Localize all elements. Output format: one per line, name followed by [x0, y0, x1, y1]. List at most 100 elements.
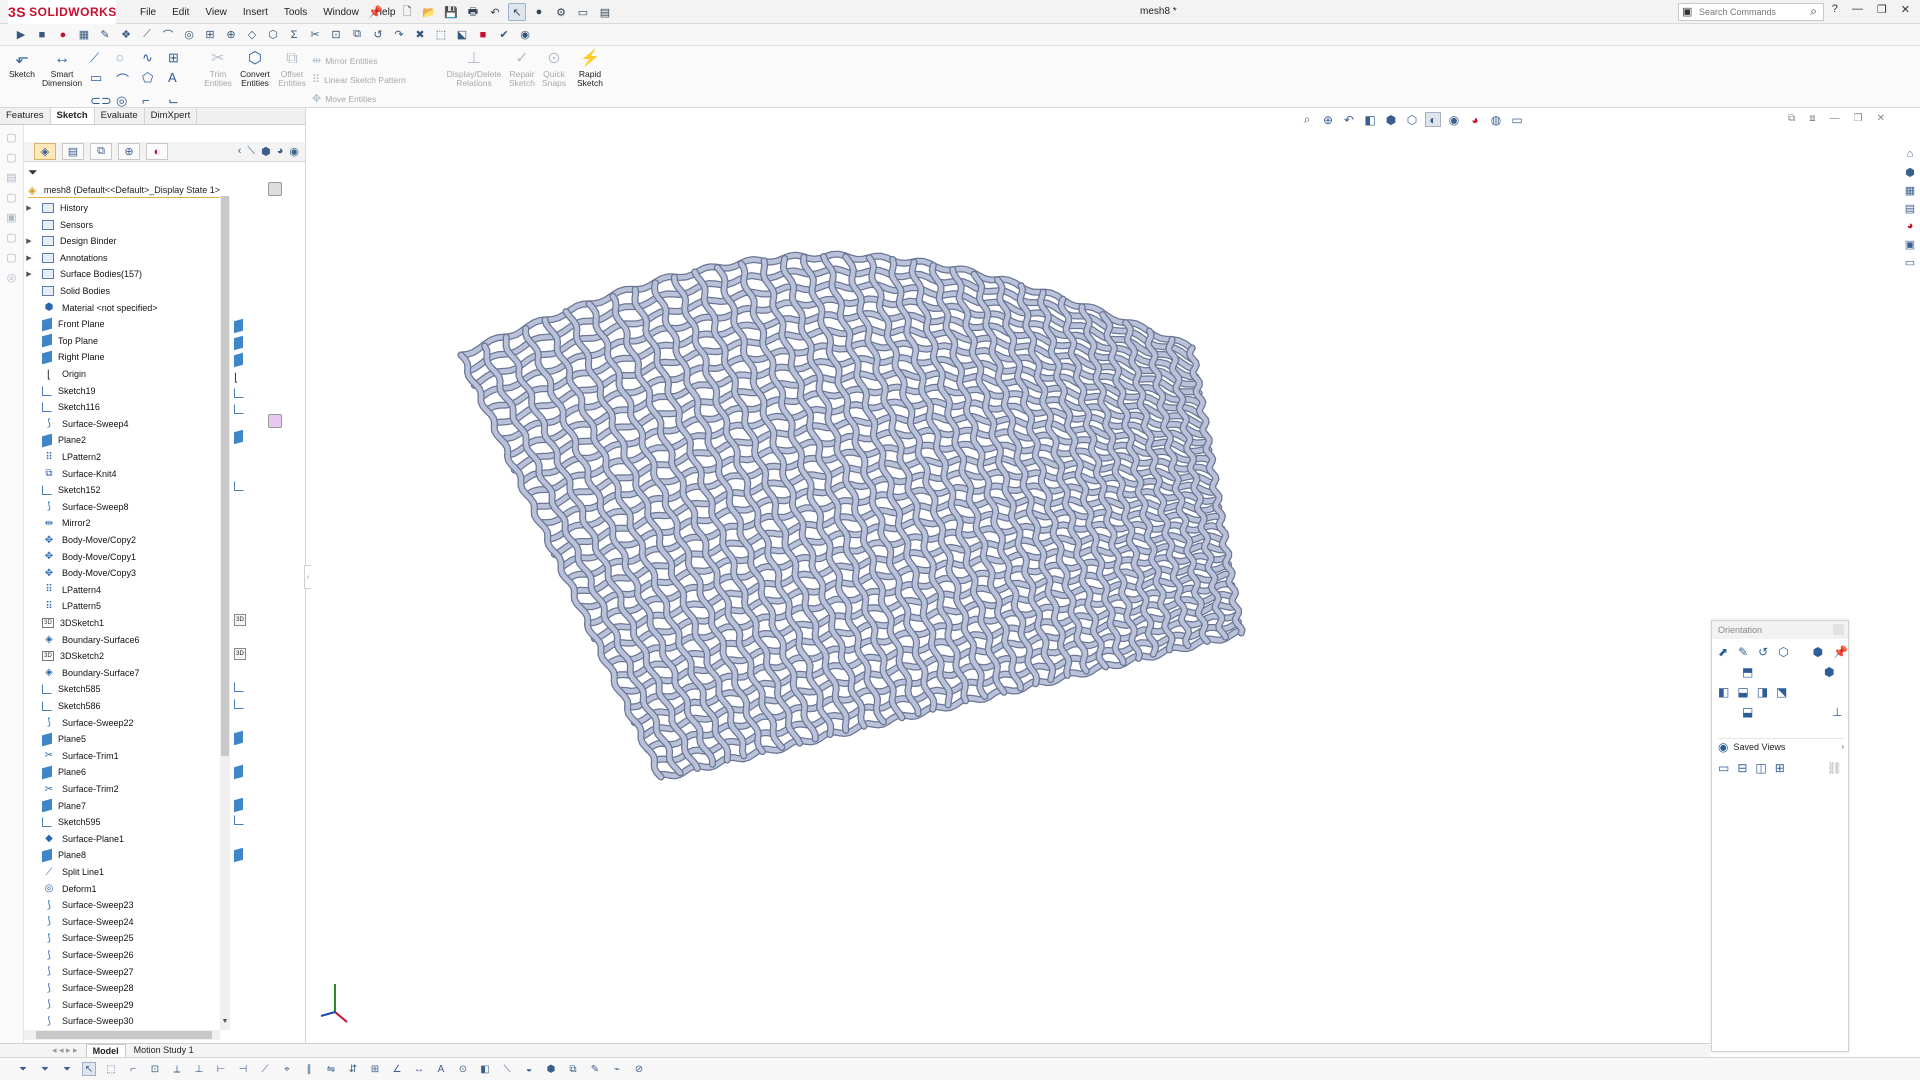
tree-item[interactable]: ⟆ Surface-Sweep8: [24, 499, 129, 515]
tree-item[interactable]: ⇹ Mirror2: [24, 515, 91, 531]
design-library-icon[interactable]: ▦: [1903, 184, 1917, 198]
mirror-entities-button[interactable]: ⇹ Mirror Entities: [312, 54, 378, 67]
tree-item[interactable]: ▶ Annotations: [24, 250, 108, 266]
blue-circle-icon[interactable]: ◉: [518, 28, 532, 42]
point-icon[interactable]: ◎: [116, 93, 142, 109]
right-view-icon[interactable]: ◨: [1757, 685, 1768, 699]
filter-components-icon[interactable]: ⧉: [566, 1062, 580, 1076]
view-cube-toggle-icon[interactable]: ⬢: [1813, 645, 1823, 659]
new-document-icon[interactable]: 🗋: [398, 3, 416, 21]
search-icon[interactable]: ⌕: [1810, 4, 1817, 19]
reset-standard-views-icon[interactable]: ↺: [1758, 645, 1768, 659]
sketch-tool-2-icon[interactable]: ⌒: [161, 28, 175, 42]
check-icon[interactable]: ✔: [497, 28, 511, 42]
tree-item[interactable]: Sketch19: [24, 383, 96, 399]
tree-item[interactable]: Top Plane: [24, 333, 98, 349]
filter-clear-icon[interactable]: ⊘: [632, 1062, 646, 1076]
orientation-close-icon[interactable]: [1833, 624, 1844, 635]
menu-view[interactable]: View: [197, 7, 235, 18]
top-view-icon[interactable]: ⬒: [1742, 665, 1753, 679]
filter-sketch-icon[interactable]: ✎: [588, 1062, 602, 1076]
snap-angle-icon[interactable]: ∠: [390, 1062, 404, 1076]
home-icon[interactable]: ⌂: [1903, 148, 1917, 162]
smart-dimension-button[interactable]: ↔ Smart Dimension: [42, 50, 82, 88]
macro-new-icon[interactable]: ▦: [77, 28, 91, 42]
repair-sketch-button[interactable]: ✓ Repair Sketch: [508, 50, 536, 88]
resources-icon[interactable]: ⬢: [1903, 166, 1917, 180]
update-standard-views-icon[interactable]: ✎: [1738, 645, 1748, 659]
quick-snaps-button[interactable]: ⊙ Quick Snaps: [540, 50, 568, 88]
filter-surfaces-icon[interactable]: ◒: [522, 1062, 536, 1076]
menu-tools[interactable]: Tools: [276, 7, 315, 18]
tree-item[interactable]: Plane2: [24, 432, 86, 448]
trim-entities-button[interactable]: ✂ Trim Entities: [204, 50, 232, 88]
sketch-tool-3-icon[interactable]: ◎: [182, 28, 196, 42]
tree-item[interactable]: Sketch586: [24, 698, 101, 714]
tree-item[interactable]: ✥ Body-Move/Copy2: [24, 532, 136, 548]
sketch-tool-1-icon[interactable]: ⟋: [140, 28, 154, 42]
sketch-tool-15-icon[interactable]: ⬕: [455, 28, 469, 42]
display-manager-icon[interactable]: ◐: [146, 143, 168, 160]
tree-horizontal-scrollbar[interactable]: [24, 1030, 220, 1040]
save-icon[interactable]: 💾: [442, 3, 460, 21]
open-icon[interactable]: 📂: [420, 3, 438, 21]
feature-manager-icon[interactable]: ◈: [34, 143, 56, 160]
expand-arrow-icon[interactable]: ▶: [24, 254, 34, 262]
tab-features[interactable]: Features: [0, 108, 51, 124]
tree-item[interactable]: ✂ Surface-Trim2: [24, 781, 119, 797]
snap-intersection-icon[interactable]: ⊢: [214, 1062, 228, 1076]
strip-icon-6[interactable]: ▢: [5, 231, 19, 245]
tree-item[interactable]: ⧉ Surface-Knit4: [24, 466, 116, 482]
linear-sketch-pattern-button[interactable]: ⠿ Linear Sketch Pattern: [312, 73, 406, 86]
tree-item[interactable]: ⟋ Split Line1: [24, 864, 105, 880]
appearance-icon[interactable]: ◕: [277, 145, 284, 158]
tree-item[interactable]: ✂ Surface-Trim1: [24, 748, 119, 764]
tree-item[interactable]: Front Plane: [24, 316, 105, 332]
display-delete-relations-button[interactable]: ⊥ Display/Delete Relations: [444, 50, 504, 88]
macro-edit-icon[interactable]: ✎: [98, 28, 112, 42]
filter-dims-icon[interactable]: ↔: [412, 1062, 426, 1076]
sketch-tool-6-icon[interactable]: ◇: [245, 28, 259, 42]
tree-item[interactable]: ◆ Surface-Plane1: [24, 831, 124, 847]
tree-item[interactable]: ▶ History: [24, 200, 88, 216]
tree-item[interactable]: ⠿ LPattern2: [24, 449, 101, 465]
menu-edit[interactable]: Edit: [164, 7, 197, 18]
undo-icon[interactable]: ↶: [486, 3, 504, 21]
snap-grid-icon[interactable]: ⊞: [368, 1062, 382, 1076]
tree-item[interactable]: ⟆ Surface-Sweep28: [24, 980, 134, 996]
hscroll-thumb[interactable]: [36, 1031, 212, 1039]
rebuild-icon[interactable]: ●: [530, 3, 548, 21]
chamfer-icon[interactable]: ⌙: [168, 93, 194, 109]
tab-dimxpert[interactable]: DimXpert: [145, 108, 198, 124]
snap-nearest-icon[interactable]: ⊣: [236, 1062, 250, 1076]
tree-item[interactable]: Sketch116: [24, 399, 100, 415]
rapid-sketch-button[interactable]: ⚡ Rapid Sketch: [574, 50, 606, 88]
convert-entities-button[interactable]: ⬡ Convert Entities: [236, 50, 274, 88]
filter-text-icon[interactable]: A: [434, 1062, 448, 1076]
filter-solids-icon[interactable]: ⬢: [544, 1062, 558, 1076]
tree-item[interactable]: Plane5: [24, 731, 86, 747]
sketch-tool-13-icon[interactable]: ✖: [413, 28, 427, 42]
snap-center-icon[interactable]: ⟂: [170, 1062, 184, 1076]
filter-vertices-icon[interactable]: ⏷: [16, 1062, 30, 1076]
sketch-button[interactable]: ⬐ Sketch: [6, 50, 38, 79]
tree-item[interactable]: ⠿ LPattern5: [24, 598, 101, 614]
menu-file[interactable]: File: [132, 7, 164, 18]
tree-item[interactable]: ▶ Surface Bodies(157): [24, 266, 142, 282]
two-view-horizontal-icon[interactable]: ⊟: [1737, 761, 1747, 775]
sketch-tool-5-icon[interactable]: ⊕: [224, 28, 238, 42]
tree-item[interactable]: Sketch585: [24, 681, 101, 697]
print-icon[interactable]: 🖶: [464, 3, 482, 21]
nav-arrows[interactable]: ◂ ◂ ▸ ▸: [46, 1044, 84, 1057]
tree-item[interactable]: ▶ Design Binder: [24, 233, 117, 249]
filter-axes-icon[interactable]: ⟍: [500, 1062, 514, 1076]
tab-motion-study-1[interactable]: Motion Study 1: [128, 1044, 200, 1057]
tree-item[interactable]: ✥ Body-Move/Copy3: [24, 565, 136, 581]
tree-item[interactable]: ⟆ Surface-Sweep4: [24, 416, 129, 432]
tree-item[interactable]: ⬢ Material <not specified>: [24, 300, 158, 316]
text-icon[interactable]: A: [168, 70, 194, 89]
tab-sketch[interactable]: Sketch: [50, 108, 95, 124]
expand-arrow-icon[interactable]: ▶: [24, 270, 34, 278]
record-macro-icon[interactable]: ●: [56, 28, 70, 42]
tree-item[interactable]: ⌊ Origin: [24, 366, 86, 382]
